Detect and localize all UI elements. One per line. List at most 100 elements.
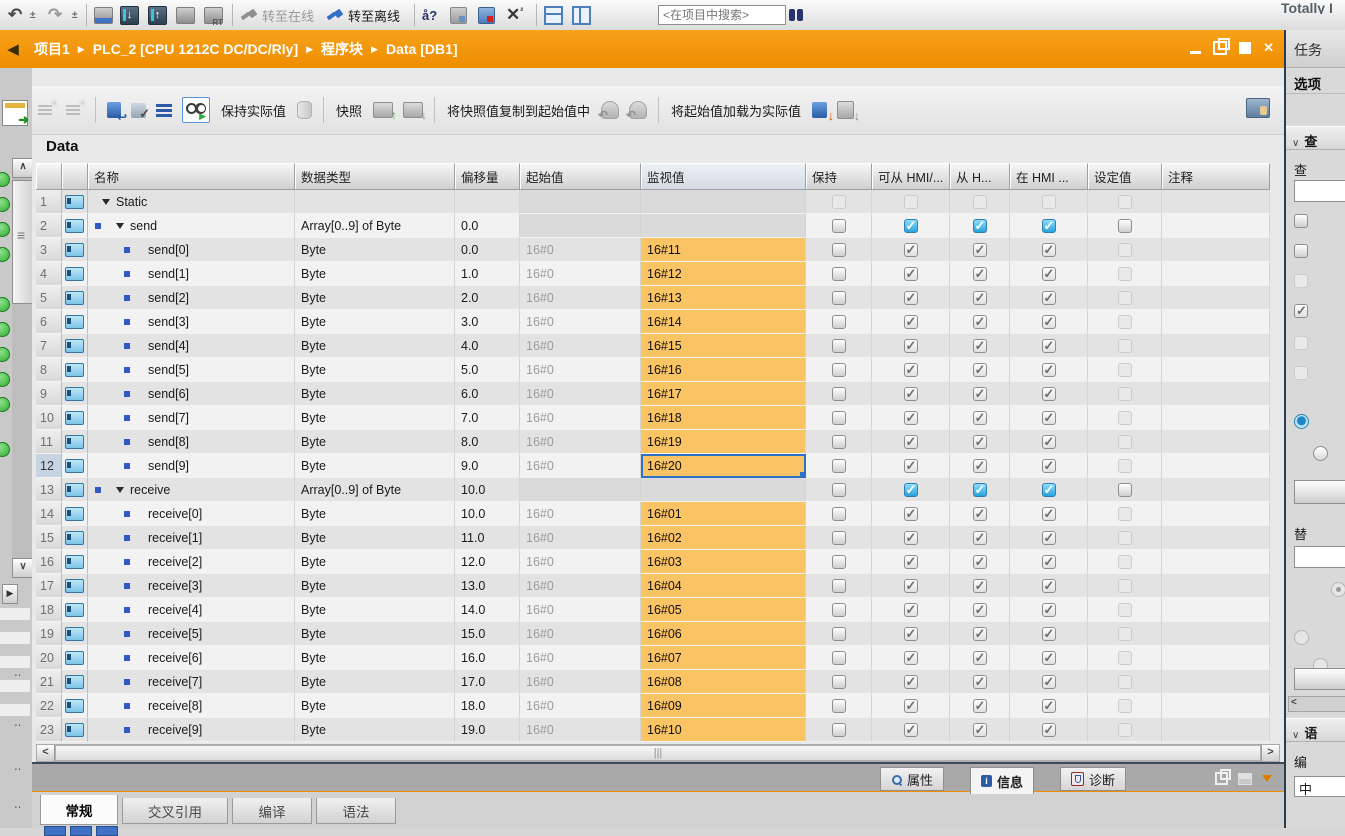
monitor-value-cell[interactable]: [641, 478, 806, 502]
copy-snapshot-setpoints-icon[interactable]: [629, 97, 647, 123]
split-horizontal-icon[interactable]: [544, 4, 563, 26]
editing-language-dropdown[interactable]: 中: [1294, 776, 1345, 797]
writable-from-hmi-checkbox[interactable]: [973, 411, 987, 425]
monitor-value-cell[interactable]: 16#16: [641, 358, 806, 382]
retain-checkbox[interactable]: [832, 195, 846, 209]
setpoint-cell[interactable]: [1088, 310, 1162, 334]
tab-diagnostics[interactable]: 诊断: [1060, 767, 1126, 791]
writable-from-hmi-cell[interactable]: [950, 310, 1010, 334]
upload-from-device-icon[interactable]: ↑: [148, 4, 167, 26]
visible-in-hmi-checkbox[interactable]: [1042, 219, 1056, 233]
setpoint-cell[interactable]: [1088, 358, 1162, 382]
setpoint-cell[interactable]: [1088, 502, 1162, 526]
insert-row-icon[interactable]: [38, 97, 56, 123]
update-interface-icon[interactable]: [131, 97, 146, 123]
row-number-cell[interactable]: 16: [36, 550, 62, 574]
breadcrumb-db[interactable]: Data [DB1]: [386, 41, 458, 57]
visible-in-hmi-checkbox[interactable]: [1042, 291, 1056, 305]
data-type-cell[interactable]: Array[0..9] of Byte: [295, 478, 455, 502]
find-replace-section-header[interactable]: ∨查: [1286, 126, 1345, 150]
setpoint-cell[interactable]: [1088, 550, 1162, 574]
start-value-cell[interactable]: 16#0: [520, 526, 641, 550]
col-header-setpoint[interactable]: 设定值: [1088, 163, 1162, 190]
setpoint-cell[interactable]: [1088, 214, 1162, 238]
monitor-value-cell[interactable]: 16#18: [641, 406, 806, 430]
expander-icon[interactable]: [102, 199, 110, 205]
writable-from-hmi-cell[interactable]: [950, 646, 1010, 670]
accessible-from-hmi-checkbox[interactable]: [904, 243, 918, 257]
data-type-cell[interactable]: Byte: [295, 646, 455, 670]
row-number-cell[interactable]: 14: [36, 502, 62, 526]
replace-button[interactable]: [1294, 668, 1345, 690]
data-type-cell[interactable]: Byte: [295, 454, 455, 478]
accessible-from-hmi-checkbox[interactable]: [904, 723, 918, 737]
retain-checkbox[interactable]: [832, 507, 846, 521]
find-option-checkbox[interactable]: [1294, 304, 1308, 318]
col-header-retain[interactable]: 保持: [806, 163, 872, 190]
retain-checkbox[interactable]: [832, 435, 846, 449]
writable-from-hmi-checkbox[interactable]: [973, 435, 987, 449]
retain-checkbox[interactable]: [832, 387, 846, 401]
accessible-from-hmi-cell[interactable]: [872, 238, 950, 262]
replace-whole-document-radio[interactable]: [1331, 582, 1345, 597]
row-number-cell[interactable]: 12: [36, 454, 62, 478]
monitor-value-cell[interactable]: [641, 214, 806, 238]
retain-checkbox[interactable]: [832, 483, 846, 497]
vertical-scrollbar-thumb[interactable]: [12, 180, 34, 304]
monitor-value-cell[interactable]: 16#06: [641, 622, 806, 646]
writable-from-hmi-checkbox[interactable]: [973, 339, 987, 353]
start-cpu-icon[interactable]: [450, 4, 467, 26]
runtime-icon[interactable]: RT: [204, 4, 223, 26]
retain-checkbox[interactable]: [832, 459, 846, 473]
row-number-cell[interactable]: 10: [36, 406, 62, 430]
col-header-icon[interactable]: [62, 163, 88, 190]
visible-in-hmi-checkbox[interactable]: [1042, 363, 1056, 377]
retain-checkbox[interactable]: [832, 627, 846, 641]
visible-in-hmi-cell[interactable]: [1010, 310, 1088, 334]
col-header-monitor-value[interactable]: 监视值: [641, 163, 806, 190]
variable-name-cell[interactable]: receive: [88, 478, 295, 502]
visible-in-hmi-checkbox[interactable]: [1042, 483, 1056, 497]
col-header-visible-in-hmi[interactable]: 在 HMI ...: [1010, 163, 1088, 190]
writable-from-hmi-cell[interactable]: [950, 334, 1010, 358]
visible-in-hmi-cell[interactable]: [1010, 430, 1088, 454]
retain-cell[interactable]: [806, 238, 872, 262]
setpoint-cell[interactable]: [1088, 190, 1162, 214]
close-icon[interactable]: ✕: [1263, 40, 1274, 56]
writable-from-hmi-checkbox[interactable]: [973, 579, 987, 593]
start-value-cell[interactable]: [520, 478, 641, 502]
variable-name-cell[interactable]: receive[9]: [88, 718, 295, 742]
accessible-from-hmi-cell[interactable]: [872, 190, 950, 214]
visible-in-hmi-checkbox[interactable]: [1042, 627, 1056, 641]
variable-name-cell[interactable]: send[6]: [88, 382, 295, 406]
visible-in-hmi-cell[interactable]: [1010, 550, 1088, 574]
visible-in-hmi-cell[interactable]: [1010, 334, 1088, 358]
redo-icon[interactable]: ↷: [48, 4, 62, 26]
variable-name-cell[interactable]: receive[6]: [88, 646, 295, 670]
copy-snapshot-icon[interactable]: [601, 97, 619, 123]
retain-cell[interactable]: [806, 502, 872, 526]
data-type-cell[interactable]: Byte: [295, 526, 455, 550]
data-type-cell[interactable]: Byte: [295, 310, 455, 334]
setpoint-cell[interactable]: [1088, 262, 1162, 286]
writable-from-hmi-cell[interactable]: [950, 358, 1010, 382]
col-header-accessible-from-hmi[interactable]: 可从 HMI/...: [872, 163, 950, 190]
visible-in-hmi-cell[interactable]: [1010, 718, 1088, 742]
search-down-radio[interactable]: [1294, 414, 1309, 429]
visible-in-hmi-cell[interactable]: [1010, 694, 1088, 718]
setpoint-cell[interactable]: [1088, 382, 1162, 406]
data-type-cell[interactable]: Byte: [295, 622, 455, 646]
setpoint-checkbox[interactable]: [1118, 531, 1132, 545]
go-online-button[interactable]: 转至在线: [262, 4, 314, 26]
setpoint-checkbox[interactable]: [1118, 603, 1132, 617]
variable-name-cell[interactable]: send[4]: [88, 334, 295, 358]
monitor-value-cell[interactable]: 16#14: [641, 310, 806, 334]
retain-cell[interactable]: [806, 598, 872, 622]
data-type-cell[interactable]: Byte: [295, 718, 455, 742]
accessible-from-hmi-checkbox[interactable]: [904, 675, 918, 689]
accessible-from-hmi-cell[interactable]: [872, 478, 950, 502]
start-value-cell[interactable]: 16#0: [520, 670, 641, 694]
setpoint-cell[interactable]: [1088, 334, 1162, 358]
comment-cell[interactable]: [1162, 190, 1270, 214]
writable-from-hmi-cell[interactable]: [950, 406, 1010, 430]
